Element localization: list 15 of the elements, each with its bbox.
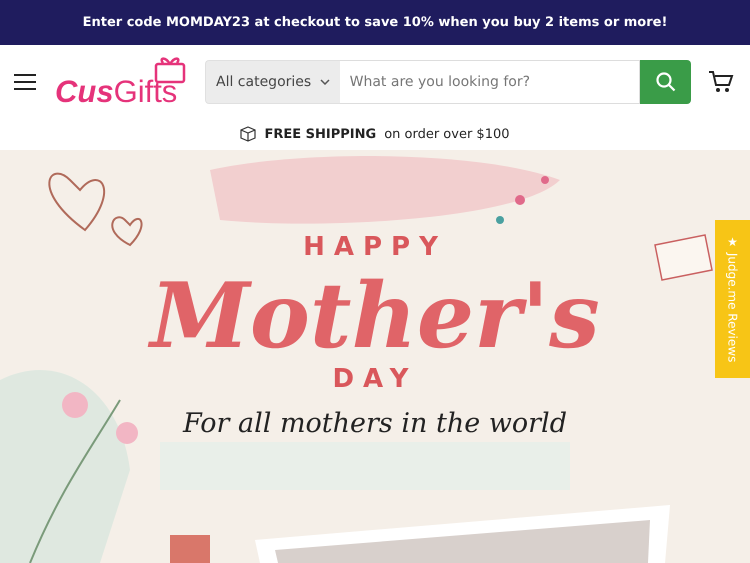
announcement-text: Enter code MOMDAY23 at checkout to save 10% when you buy 2 items or more! <box>82 15 668 30</box>
banner-heading: DAY <box>332 364 418 394</box>
cart-icon[interactable] <box>708 70 734 94</box>
banner-heading: HAPPY <box>303 232 447 262</box>
box-icon <box>240 126 256 142</box>
search-button[interactable] <box>640 60 691 104</box>
category-dropdown[interactable]: All categories <box>205 60 340 104</box>
banner-subtitle: For all mothers in the world <box>183 408 567 439</box>
logo[interactable]: CusGifts <box>55 54 187 110</box>
shipping-text: on order over $100 <box>384 126 510 142</box>
menu-icon[interactable] <box>14 72 36 90</box>
shipping-title: FREE SHIPPING <box>264 126 376 142</box>
caret-icon <box>320 78 330 85</box>
search-field[interactable]: What are you looking for? <box>340 60 640 104</box>
search-icon <box>656 72 676 92</box>
